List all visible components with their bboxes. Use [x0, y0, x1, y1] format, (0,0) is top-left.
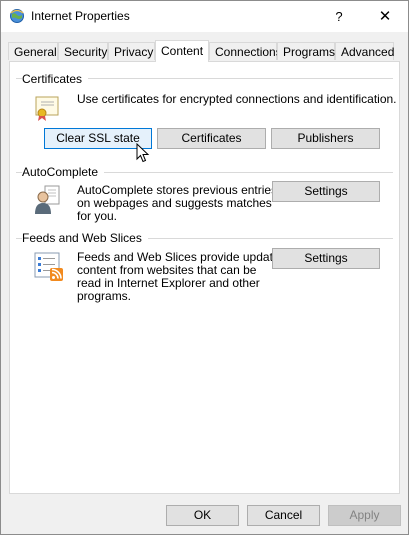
internet-properties-window: Internet Properties ? ✕ General Security…: [0, 0, 409, 535]
apply-button[interactable]: Apply: [328, 505, 401, 526]
title-bar: Internet Properties ? ✕: [1, 1, 408, 32]
tab-general[interactable]: General: [8, 42, 58, 60]
feeds-icon: [34, 252, 63, 281]
tab-strip: General Security Privacy Content Connect…: [1, 40, 408, 62]
feeds-description-line-4: programs.: [77, 289, 132, 303]
feeds-heading: Feeds and Web Slices: [22, 231, 148, 245]
publishers-button[interactable]: Publishers: [271, 128, 380, 149]
tab-connections[interactable]: Connections: [209, 42, 282, 60]
autocomplete-user-icon: [35, 185, 60, 214]
autocomplete-description-line-3: for you.: [77, 209, 118, 223]
cancel-button[interactable]: Cancel: [247, 505, 320, 526]
feeds-settings-button[interactable]: Settings: [272, 248, 380, 269]
autocomplete-heading: AutoComplete: [22, 165, 105, 179]
help-button[interactable]: ?: [316, 1, 362, 32]
tab-advanced[interactable]: Advanced: [335, 42, 394, 60]
tab-programs[interactable]: Programs: [277, 42, 335, 60]
window-title: Internet Properties: [31, 9, 130, 23]
autocomplete-settings-button[interactable]: Settings: [272, 181, 380, 202]
content-tab-panel: Certificates Use certificates for encryp…: [9, 61, 400, 494]
certificates-description: Use certificates for encrypted connectio…: [77, 92, 397, 106]
internet-globe-icon: [10, 9, 24, 23]
close-button[interactable]: ✕: [362, 1, 408, 32]
tab-content[interactable]: Content: [155, 40, 209, 62]
tab-privacy[interactable]: Privacy: [108, 42, 155, 60]
tab-security[interactable]: Security: [58, 42, 108, 60]
certificate-icon: [35, 96, 59, 121]
certificates-heading: Certificates: [22, 72, 89, 86]
mouse-pointer-icon: [136, 143, 150, 163]
ok-button[interactable]: OK: [166, 505, 239, 526]
certificates-button[interactable]: Certificates: [157, 128, 266, 149]
